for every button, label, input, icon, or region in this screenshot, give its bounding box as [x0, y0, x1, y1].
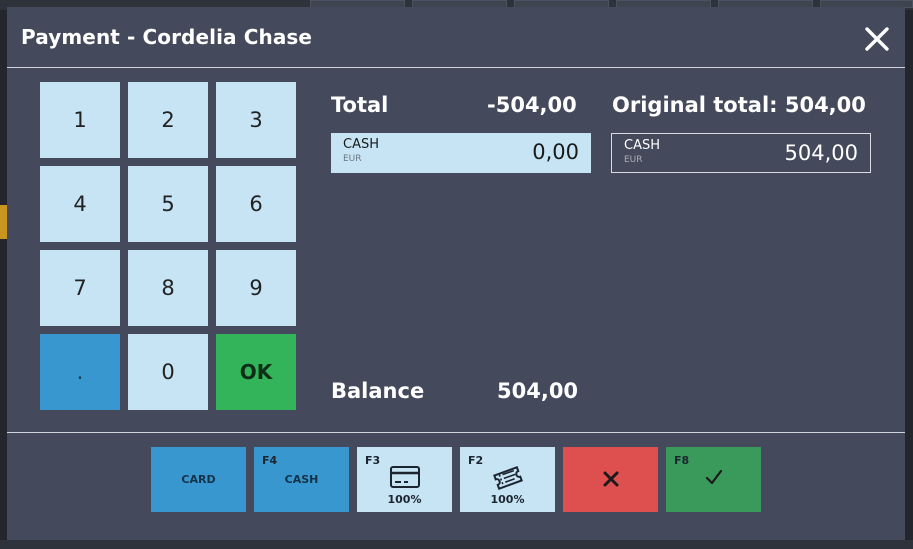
total-label: Total — [331, 93, 389, 117]
card-full-amount-button[interactable]: F3 100% — [357, 447, 452, 512]
cancel-x-icon — [603, 471, 618, 487]
percent-label: 100% — [387, 493, 422, 506]
footer-divider — [7, 432, 905, 433]
card-payment-button[interactable]: CARD — [151, 447, 246, 512]
key-ok[interactable]: OK — [216, 334, 296, 410]
shortcut-key: F4 — [262, 454, 278, 467]
card-label: CARD — [181, 473, 216, 486]
credit-card-icon — [389, 466, 420, 488]
background-badge — [0, 205, 7, 239]
balance-value: 504,00 — [497, 379, 579, 403]
payment-method-name: CASH — [343, 137, 379, 152]
original-amount: 504,00 — [784, 141, 858, 165]
cash-payment-button[interactable]: F4 CASH — [254, 447, 349, 512]
cancel-button[interactable] — [563, 447, 658, 512]
voucher-full-amount-button[interactable]: F2 100% — [460, 447, 555, 512]
total-value: -504,00 — [487, 93, 577, 117]
key-1[interactable]: 1 — [40, 82, 120, 158]
key-2[interactable]: 2 — [128, 82, 208, 158]
confirm-check-icon — [705, 469, 722, 485]
active-payment-field[interactable]: CASH EUR 0,00 — [331, 133, 591, 173]
key-decimal[interactable]: . — [40, 334, 120, 410]
confirm-button[interactable]: F8 — [666, 447, 761, 512]
key-5[interactable]: 5 — [128, 166, 208, 242]
key-9[interactable]: 9 — [216, 250, 296, 326]
percent-label: 100% — [490, 493, 525, 506]
key-0[interactable]: 0 — [128, 334, 208, 410]
balance-label: Balance — [331, 379, 425, 403]
original-currency: EUR — [624, 155, 643, 165]
original-method-name: CASH — [624, 138, 660, 153]
numeric-keypad: 1 2 3 4 5 6 7 8 9 . 0 OK — [40, 82, 296, 410]
payment-dialog: Payment - Cordelia Chase 1 2 3 4 5 6 7 8… — [7, 7, 905, 540]
close-button[interactable] — [859, 21, 895, 57]
cash-label: CASH — [284, 473, 319, 486]
header-divider — [7, 67, 905, 68]
key-3[interactable]: 3 — [216, 82, 296, 158]
original-payment-field[interactable]: CASH EUR 504,00 — [611, 133, 871, 173]
key-4[interactable]: 4 — [40, 166, 120, 242]
voucher-ticket-icon — [492, 466, 523, 490]
close-icon — [865, 27, 889, 51]
original-total-label: Original total: 504,00 — [612, 93, 866, 117]
shortcut-key: F8 — [674, 454, 690, 467]
dialog-title: Payment - Cordelia Chase — [21, 25, 313, 49]
key-7[interactable]: 7 — [40, 250, 120, 326]
key-6[interactable]: 6 — [216, 166, 296, 242]
key-8[interactable]: 8 — [128, 250, 208, 326]
background-bottom-strip — [0, 540, 913, 549]
dialog-header: Payment - Cordelia Chase — [7, 7, 905, 67]
payment-amount: 0,00 — [532, 140, 579, 164]
payment-currency: EUR — [343, 154, 362, 164]
